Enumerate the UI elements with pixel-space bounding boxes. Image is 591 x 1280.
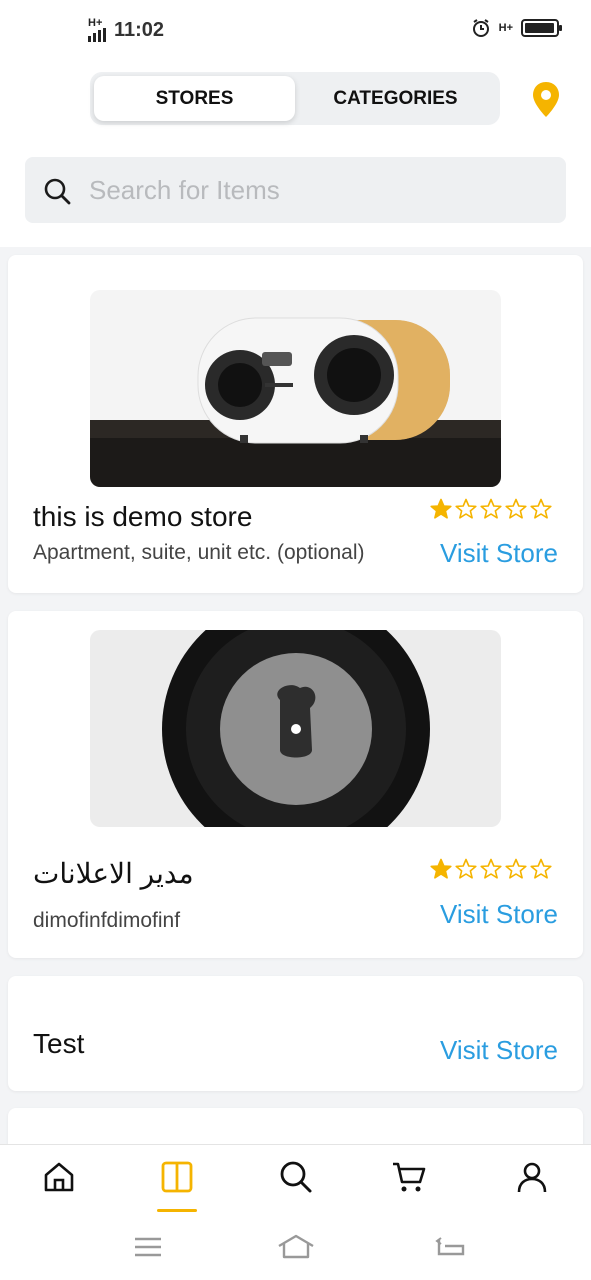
back-icon[interactable] xyxy=(433,1232,467,1262)
star-outline-icon xyxy=(455,858,477,879)
tab-stores[interactable]: STORES xyxy=(94,76,295,121)
star-outline-icon xyxy=(505,498,527,519)
cart-icon xyxy=(393,1162,426,1192)
star-outline-icon xyxy=(480,858,502,879)
signal-icon xyxy=(88,28,106,42)
star-filled-icon xyxy=(430,858,452,879)
search-icon xyxy=(44,178,71,205)
nav-home[interactable] xyxy=(39,1157,79,1197)
bottom-navigation xyxy=(0,1144,591,1216)
clock-time: 11:02 xyxy=(114,18,165,41)
network-type-right: H+ xyxy=(498,22,513,34)
location-pin-icon[interactable] xyxy=(530,80,562,120)
rating-stars xyxy=(430,858,552,880)
network-type: H+ xyxy=(88,17,103,29)
store-card[interactable]: Test Visit Store xyxy=(8,976,583,1091)
visit-store-link[interactable]: Visit Store xyxy=(440,1035,558,1066)
profile-icon xyxy=(517,1162,547,1193)
star-filled-icon xyxy=(430,498,452,519)
store-category-toggle: STORES CATEGORIES xyxy=(90,72,500,125)
store-name: Test xyxy=(33,1028,85,1059)
star-outline-icon xyxy=(530,498,552,519)
status-left: H+ 11:02 xyxy=(88,18,164,42)
stores-icon xyxy=(161,1161,193,1193)
store-card[interactable]: مدير الاعلانات dimofinfdimofinf Visit St… xyxy=(8,611,583,958)
header: STORES CATEGORIES xyxy=(0,62,591,247)
battery-fill xyxy=(525,23,554,33)
battery-icon xyxy=(521,19,562,37)
star-outline-icon xyxy=(505,858,527,879)
status-right: H+ xyxy=(471,18,562,38)
status-bar: H+ 11:02 H+ xyxy=(0,0,591,62)
nav-profile[interactable] xyxy=(512,1157,552,1197)
search-icon xyxy=(280,1161,312,1193)
search-bar xyxy=(25,157,566,223)
nav-stores[interactable] xyxy=(157,1157,197,1197)
system-navigation xyxy=(0,1216,591,1280)
search-input[interactable] xyxy=(89,157,549,223)
rating-stars xyxy=(430,498,552,520)
store-address: dimofinfdimofinf xyxy=(33,909,181,932)
store-image-speaker xyxy=(90,290,501,487)
home-icon xyxy=(44,1162,74,1192)
store-address: Apartment, suite, unit etc. (optional) xyxy=(33,541,365,564)
store-name: مدير الاعلانات xyxy=(33,858,194,889)
store-card[interactable]: this is demo store Apartment, suite, uni… xyxy=(8,255,583,593)
nav-search[interactable] xyxy=(276,1157,316,1197)
store-name: this is demo store xyxy=(33,501,253,532)
tab-categories[interactable]: CATEGORIES xyxy=(295,76,496,121)
nav-cart[interactable] xyxy=(389,1157,429,1197)
menu-icon[interactable] xyxy=(131,1232,165,1262)
star-outline-icon xyxy=(455,498,477,519)
star-outline-icon xyxy=(530,858,552,879)
visit-store-link[interactable]: Visit Store xyxy=(440,538,558,569)
visit-store-link[interactable]: Visit Store xyxy=(440,899,558,930)
star-outline-icon xyxy=(480,498,502,519)
home-outline-icon[interactable] xyxy=(276,1232,316,1262)
store-image-vinyl xyxy=(90,630,501,827)
active-tab-indicator xyxy=(157,1209,197,1212)
alarm-icon xyxy=(472,19,489,37)
